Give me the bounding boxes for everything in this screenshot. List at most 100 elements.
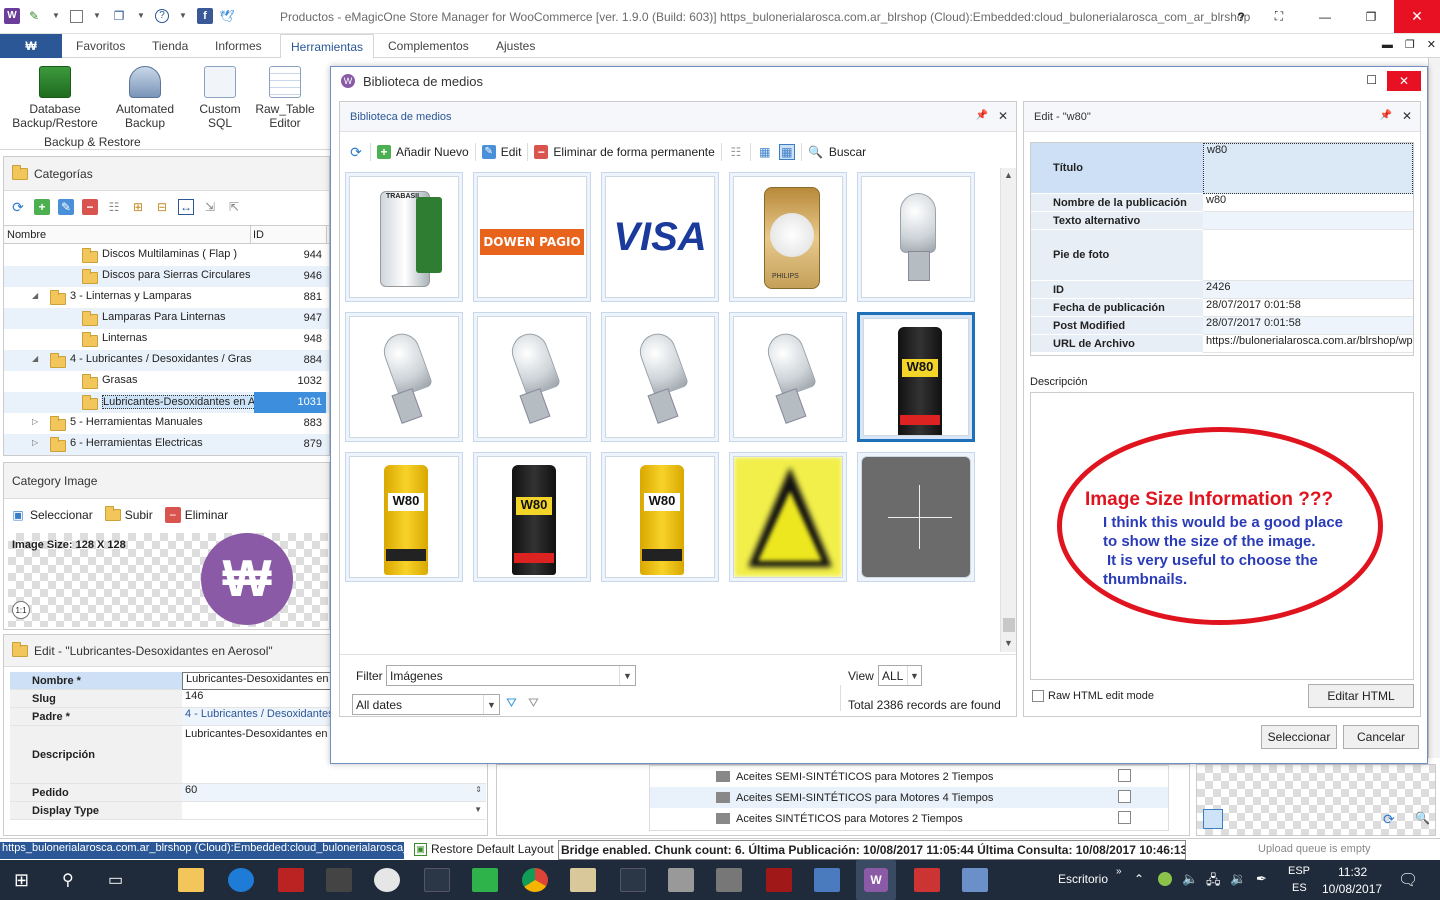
panel-close-icon[interactable]: ✕ — [1402, 109, 1412, 123]
checkbox[interactable] — [1118, 811, 1131, 824]
ribbon-restore-icon[interactable]: ❐ — [1405, 38, 1415, 51]
list-item[interactable]: Aceites SINTÉTICOS para Motores 2 Tiempo… — [650, 808, 1168, 829]
restore-icon[interactable]: ❐ — [1348, 10, 1394, 24]
upload-image-button[interactable]: Subir — [104, 506, 153, 522]
media-thumbnail[interactable]: W80 — [345, 452, 463, 582]
panel-close-icon[interactable]: ✕ — [998, 109, 1008, 123]
pdf-icon[interactable] — [766, 868, 792, 892]
expand-arrow-icon[interactable]: ▷ — [32, 417, 38, 426]
app-green-icon[interactable] — [374, 868, 400, 892]
collapse-arrow-icon[interactable]: ◢ — [32, 354, 38, 363]
descripcion-editor[interactable]: Image Size Information ??? I think this … — [1030, 392, 1414, 680]
app-s-green-icon[interactable] — [472, 868, 498, 892]
category-row[interactable]: Linternas 948 — [4, 329, 329, 350]
zoom-actual-icon[interactable] — [1203, 809, 1223, 829]
volume-icon[interactable]: 🔉 — [1230, 871, 1246, 887]
dropdown-icon[interactable]: ▼ — [89, 8, 105, 24]
tab-favoritos[interactable]: Favoritos — [76, 39, 125, 53]
column-header-name[interactable]: Nombre — [7, 229, 46, 241]
dropdown-icon[interactable]: ▼ — [175, 8, 191, 24]
refresh-icon[interactable]: ⟳ — [1383, 811, 1395, 828]
media-thumbnail[interactable] — [345, 312, 463, 442]
pedido-input[interactable]: 60 — [182, 784, 486, 802]
media-thumbnail[interactable]: VISA — [601, 172, 719, 302]
field-nombre-publicacion[interactable]: Nombre de la publicación w80 — [1031, 194, 1413, 212]
import-icon[interactable]: ⇲ — [202, 199, 218, 215]
pie-de-foto-input[interactable] — [1203, 230, 1413, 281]
media-thumbnail[interactable]: PHILIPS — [729, 172, 847, 302]
media-thumbnail[interactable] — [601, 312, 719, 442]
nombre-publicacion-input[interactable]: w80 — [1203, 194, 1413, 212]
category-row[interactable]: Grasas 1032 — [4, 371, 329, 392]
column-header-id[interactable]: ID — [253, 229, 264, 241]
media-thumbnail[interactable] — [729, 312, 847, 442]
bird-icon[interactable]: 🕊 — [219, 8, 235, 24]
field-texto-alternativo[interactable]: Texto alternativo — [1031, 212, 1413, 230]
tab-complementos[interactable]: Complementos — [388, 39, 469, 53]
field-pie-de-foto[interactable]: Pie de foto — [1031, 230, 1413, 281]
delete-icon[interactable]: − — [82, 199, 98, 215]
checkbox[interactable] — [1118, 769, 1131, 782]
tab-ajustes[interactable]: Ajustes — [496, 39, 535, 53]
tab-herramientas[interactable]: Herramientas — [280, 34, 375, 59]
field-fecha-publicacion[interactable]: Fecha de publicación 28/07/2017 0:01:58 — [1031, 299, 1413, 317]
folder-app-icon[interactable] — [570, 868, 596, 892]
filter-select[interactable]: Imágenes ▼ — [386, 665, 636, 686]
app-menu-button[interactable]: ₩ — [0, 34, 62, 58]
clock-time[interactable]: 11:32 — [1338, 865, 1367, 879]
calculator-icon[interactable] — [278, 868, 304, 892]
category-row[interactable]: Lamparas Para Linternas 947 — [4, 308, 329, 329]
speaker-mute-icon[interactable]: 🔈 — [1182, 871, 1198, 887]
dates-select[interactable]: All dates ▼ — [352, 694, 500, 715]
language-indicator[interactable]: ES — [1292, 882, 1307, 894]
media-thumbnail[interactable]: TRABASIL — [345, 172, 463, 302]
refresh-icon[interactable]: ⟳ — [348, 144, 364, 160]
category-row[interactable]: ▷ 6 - Herramientas Electricas 879 — [4, 434, 329, 455]
settings-app-icon[interactable] — [962, 868, 988, 892]
chevron-down-icon[interactable]: ▼ — [474, 805, 482, 814]
media-thumbnail[interactable]: DOWEN PAGIO — [473, 172, 591, 302]
cancel-button[interactable]: Cancelar — [1343, 725, 1419, 749]
windows-icon[interactable]: ❐ — [111, 8, 127, 24]
view-select[interactable]: ALL ▼ — [878, 665, 922, 686]
monitor-icon[interactable] — [814, 868, 840, 892]
category-row[interactable]: Discos para Sierras Circulares 946 — [4, 266, 329, 287]
media-thumbnail[interactable] — [473, 312, 591, 442]
ribbon-close-icon[interactable]: ✕ — [1427, 38, 1436, 51]
titulo-input[interactable]: w80 — [1203, 143, 1413, 194]
raw-html-toggle[interactable]: Raw HTML edit mode — [1032, 690, 1154, 702]
media-thumbnail[interactable] — [729, 452, 847, 582]
automated-backup-button[interactable]: Automated Backup — [108, 66, 182, 130]
chrome-icon[interactable] — [522, 868, 548, 892]
scroll-down-icon[interactable]: ▼ — [1004, 638, 1013, 648]
collapse-icon[interactable]: ⊟ — [154, 199, 170, 215]
category-row[interactable]: ▷ 5 - Herramientas Manuales 883 — [4, 413, 329, 434]
add-new-button[interactable]: + Añadir Nuevo — [377, 145, 469, 159]
raw-table-editor-button[interactable]: Raw_Table Editor — [252, 66, 318, 130]
desktop-toolbar-label[interactable]: Escritorio — [1058, 872, 1108, 886]
facebook-icon[interactable]: f — [197, 8, 213, 24]
scroll-up-icon[interactable]: ▲ — [1004, 170, 1013, 180]
window-icon[interactable] — [70, 9, 83, 23]
notifications-icon[interactable]: 🗨 — [1398, 870, 1418, 890]
tray-app-icon[interactable] — [1158, 872, 1172, 886]
fecha-publicacion-value[interactable]: 28/07/2017 0:01:58 — [1203, 299, 1413, 317]
edit-icon[interactable]: ✎ — [58, 199, 74, 215]
ribbon-minimize-icon[interactable]: ▬ — [1382, 39, 1393, 51]
vertical-scrollbar[interactable]: ▲ ▼ — [1000, 168, 1016, 652]
collapse-arrow-icon[interactable]: ◢ — [32, 291, 38, 300]
checkbox[interactable] — [1118, 790, 1131, 803]
filter-clear-icon[interactable]: ⛛ — [528, 695, 539, 711]
document-icon[interactable] — [620, 868, 646, 892]
tray-up-icon[interactable]: ⌃ — [1134, 872, 1144, 886]
custom-sql-button[interactable]: Custom SQL — [192, 66, 248, 130]
dropdown-icon[interactable]: ▼ — [48, 8, 64, 24]
category-row[interactable]: ◢ 4 - Lubricantes / Desoxidantes / Gras 88… — [4, 350, 329, 371]
refresh-icon[interactable]: ⟳ — [10, 199, 26, 215]
file-explorer-icon[interactable] — [178, 868, 204, 892]
close-icon[interactable]: ✕ — [1394, 0, 1440, 33]
help-button[interactable]: ? — [1226, 10, 1256, 24]
media-thumbnail[interactable]: W80 — [601, 452, 719, 582]
texto-alternativo-input[interactable] — [1203, 212, 1413, 230]
add-icon[interactable]: + — [34, 199, 50, 215]
